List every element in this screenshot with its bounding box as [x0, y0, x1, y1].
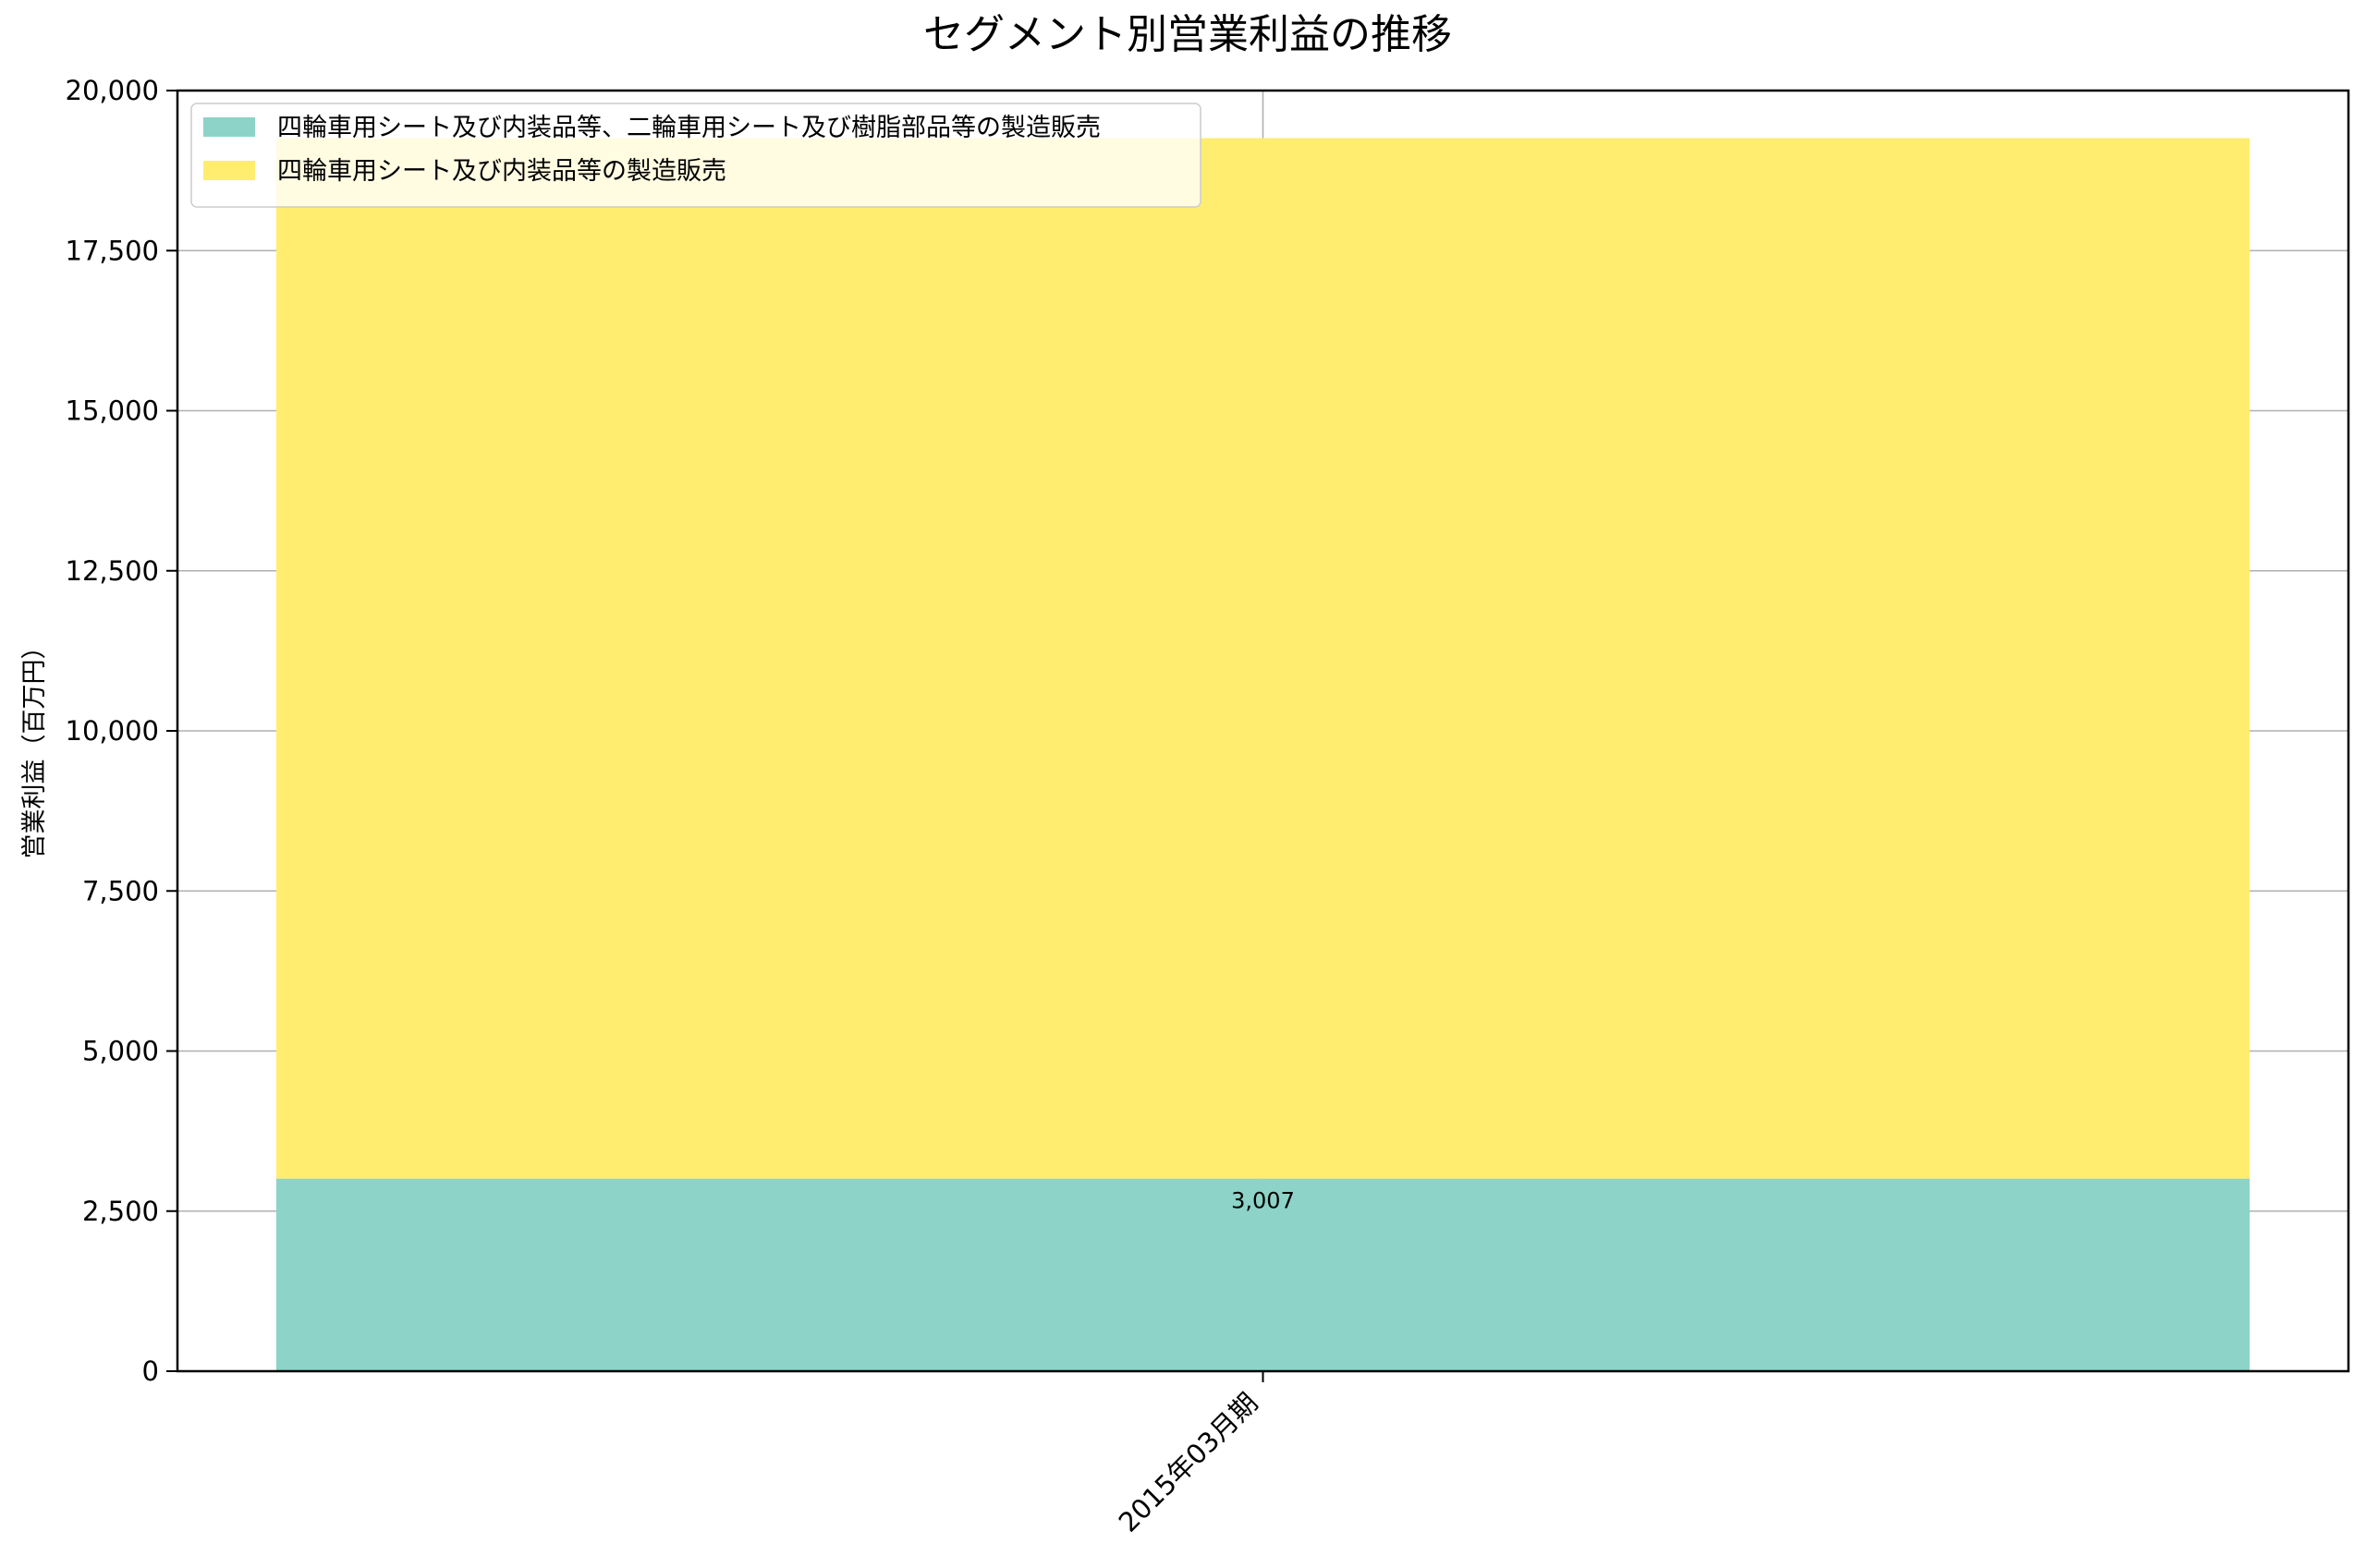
chart: セグメント別営業利益の推移 営業利益（百万円） 3,007 0 2,500 5,00… [20, 11, 2350, 1538]
y-tick-label: 5,000 [82, 1036, 159, 1067]
chart-title: セグメント別営業利益の推移 [923, 11, 1452, 58]
legend-entry: 四輪車用シート及び内装品等の製造販売 [277, 157, 726, 186]
bar-segment [275, 138, 2250, 1179]
legend: 四輪車用シート及び内装品等、二輪車用シート及び樹脂部品等の製造販売四輪車用シート… [190, 103, 1201, 208]
y-tick-label: 12,500 [66, 555, 159, 587]
data-label: 3,007 [1231, 1188, 1295, 1214]
bars [275, 138, 2250, 1371]
data-labels: 3,007 [1231, 1188, 1295, 1214]
y-axis-label: 営業利益（百万円） [20, 635, 49, 859]
y-tick-label: 17,500 [66, 235, 159, 266]
legend-entry: 四輪車用シート及び内装品等、二輪車用シート及び樹脂部品等の製造販売 [277, 114, 1101, 142]
y-tick-label: 10,000 [66, 715, 159, 747]
y-tick-label: 20,000 [66, 75, 159, 106]
y-tick-label: 0 [142, 1355, 159, 1387]
y-axis: 0 2,500 5,000 7,500 10,000 12,500 15,000 17,500… [66, 75, 177, 1387]
x-tick-label: 2015年03月期 [1113, 1387, 1264, 1538]
x-axis: 2015年03月期 [1113, 1371, 1264, 1538]
y-tick-label: 2,500 [82, 1196, 159, 1227]
y-tick-label: 15,000 [66, 395, 159, 427]
legend-swatch [203, 117, 255, 137]
legend-swatch [203, 161, 255, 180]
y-tick-label: 7,500 [82, 875, 159, 906]
